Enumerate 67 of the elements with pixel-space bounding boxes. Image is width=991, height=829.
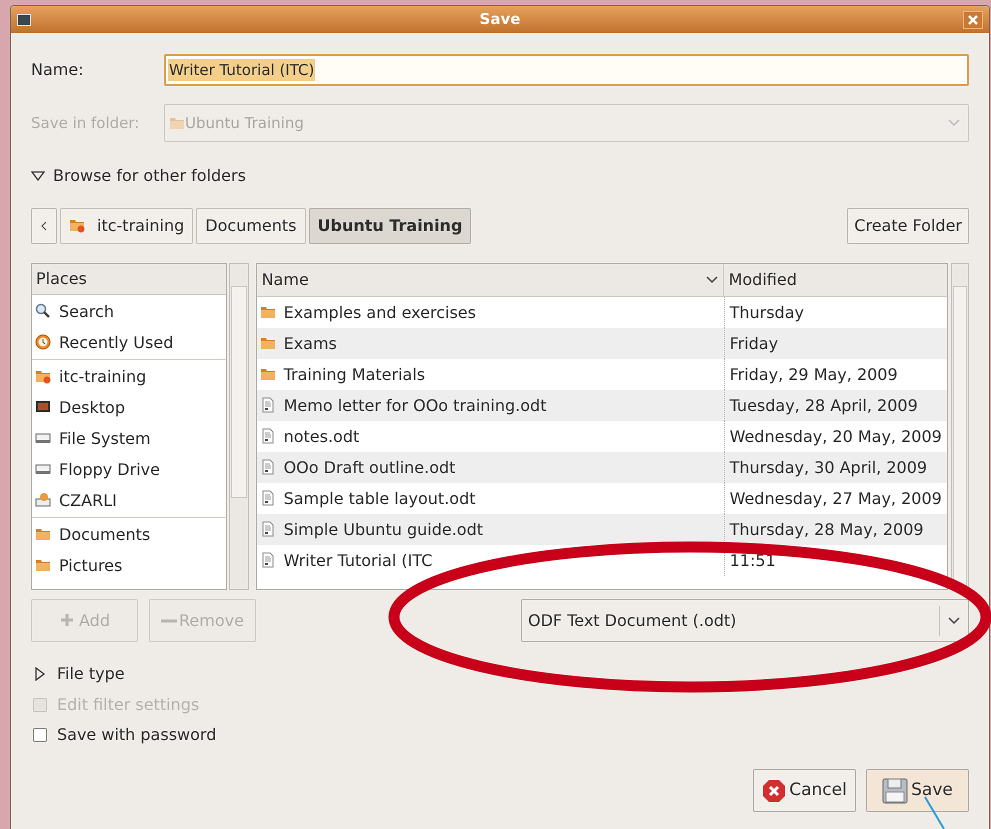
triangle-right-icon	[35, 667, 45, 681]
modified-date: Friday, 29 May, 2009	[730, 364, 898, 386]
column-header[interactable]: Modified	[724, 264, 947, 296]
window-title: Save	[480, 10, 520, 28]
column-header[interactable]: Name	[256, 264, 724, 296]
name-label: Name:	[31, 59, 85, 81]
column-header[interactable]: Places	[32, 264, 226, 295]
close-icon	[968, 14, 978, 24]
stop-sign-icon	[762, 778, 786, 802]
home-folder-icon	[69, 217, 87, 235]
modified-date: Thursday, 30 April, 2009	[730, 456, 928, 478]
file-name: Training Materials	[284, 364, 426, 386]
file-row[interactable]: Exams Friday	[256, 328, 947, 359]
place-item[interactable]: Floppy Drive	[59, 458, 160, 482]
usb-drive-icon	[35, 492, 53, 510]
chevron-left-icon	[41, 221, 47, 231]
modified-date: Wednesday, 20 May, 2009	[730, 426, 942, 448]
sort-chevron-icon	[706, 276, 718, 284]
back-button[interactable]	[31, 208, 57, 244]
file-name: Exams	[284, 332, 337, 354]
place-item[interactable]: Documents	[59, 522, 150, 546]
window-menu-icon	[17, 14, 31, 26]
create-folder-button[interactable]: Create Folder	[847, 208, 969, 244]
place-item[interactable]: File System	[59, 426, 151, 450]
file-name: Memo letter for OOo training.odt	[284, 394, 546, 416]
file-type-expander[interactable]: File type	[31, 662, 125, 686]
chevron-down-icon	[948, 616, 960, 624]
save-button[interactable]: Save	[866, 769, 969, 812]
scrollbar[interactable]	[229, 263, 249, 590]
path-button[interactable]: Documents	[196, 208, 306, 244]
modified-date: Thursday, 28 May, 2009	[730, 518, 924, 540]
file-row[interactable]: Simple Ubuntu guide.odt Thursday, 28 May, 2009	[256, 514, 947, 545]
save-in-folder-label: Save in folder:	[31, 112, 140, 134]
place-item[interactable]: itc-training	[59, 364, 146, 388]
path-button[interactable]: Ubuntu Training	[308, 208, 472, 244]
file-name: OOo Draft outline.odt	[284, 456, 456, 478]
name-field[interactable]: Writer Tutorial (ITC)	[164, 54, 969, 86]
modified-date: Tuesday, 28 April, 2009	[730, 394, 918, 416]
place-item[interactable]: Recently Used	[59, 330, 174, 354]
file-row[interactable]: OOo Draft outline.odt Thursday, 30 April, 2009	[256, 452, 947, 483]
minus-icon	[161, 618, 178, 622]
checkbox-label: Save with password	[57, 724, 216, 746]
file-name: notes.odt	[284, 426, 360, 448]
chevron-down-icon	[948, 119, 960, 127]
place-item[interactable]: CZARLI	[59, 488, 117, 512]
place-item[interactable]: Desktop	[59, 396, 125, 420]
file-name: Examples and exercises	[284, 302, 476, 324]
path-button[interactable]: itc-training	[60, 208, 194, 244]
scrollbar[interactable]	[950, 263, 969, 590]
close-button[interactable]	[963, 10, 983, 28]
file-type-combo[interactable]: ODF Text Document (.odt)	[521, 599, 969, 642]
place-item[interactable]: Pictures	[59, 554, 122, 578]
place-item[interactable]: Search	[59, 300, 114, 324]
checkbox[interactable]	[33, 728, 47, 742]
browse-expander[interactable]: Browse for other folders	[31, 164, 246, 188]
file-name: Simple Ubuntu guide.odt	[284, 518, 483, 540]
modified-date: Wednesday, 27 May, 2009	[730, 488, 942, 510]
triangle-down-icon	[31, 171, 45, 181]
modified-date: Thursday	[730, 302, 804, 324]
cancel-button[interactable]: Cancel	[753, 769, 856, 812]
checkbox-label: Edit filter settings	[57, 694, 200, 716]
modified-date: 11:51	[730, 550, 776, 572]
modified-date: Friday	[730, 332, 778, 354]
file-name: Sample table layout.odt	[284, 488, 476, 510]
clock-icon	[35, 334, 53, 352]
file-row[interactable]: Memo letter for OOo training.odt Tuesday, 28 April, 2009	[256, 390, 947, 421]
file-name: Writer Tutorial (ITC	[284, 550, 432, 572]
